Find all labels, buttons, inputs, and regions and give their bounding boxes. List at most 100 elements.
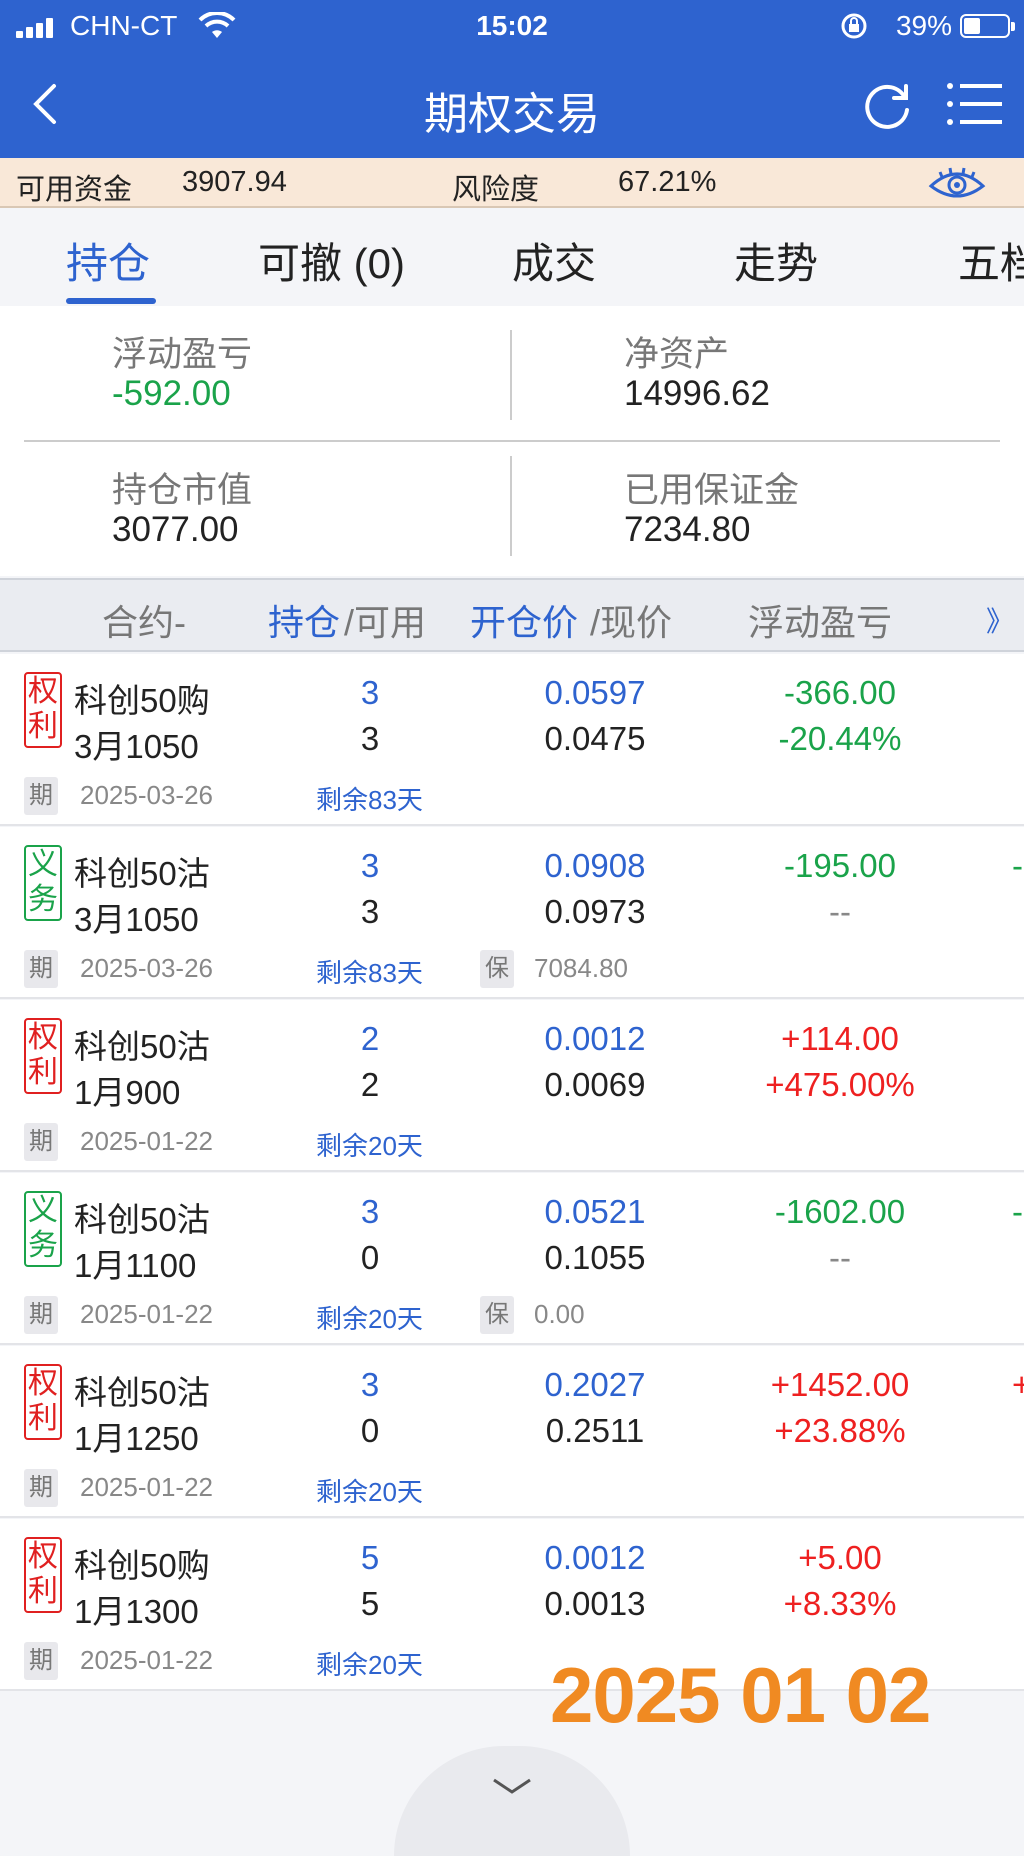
available-funds-value: 3907.94 (182, 166, 287, 198)
battery-icon (960, 14, 1015, 38)
contract-name: 科创50沽 (74, 1201, 210, 1238)
menu-button[interactable] (946, 80, 1004, 128)
refresh-button[interactable] (860, 78, 916, 134)
summary-divider (24, 440, 1000, 442)
header-open-price[interactable]: 开仓价 (470, 594, 578, 646)
days-remaining: 剩余83天 (316, 958, 423, 988)
open-price: 0.2027 (544, 1366, 646, 1403)
tab-positions[interactable]: 持仓 (66, 230, 150, 291)
option-type-badge: 权利 (24, 1537, 62, 1613)
current-price: 0.0013 (544, 1585, 646, 1622)
current-price: 0.2511 (545, 1412, 645, 1449)
open-price: 0.0597 (544, 674, 646, 711)
margin-amount: 7084.80 (534, 953, 628, 983)
expiry-date: 2025-01-22 (80, 1126, 213, 1156)
position-qty: 3 (360, 1193, 380, 1230)
available-qty: 5 (360, 1585, 380, 1622)
contract-name: 科创50购 (74, 682, 210, 719)
current-price: 0.0973 (544, 893, 646, 930)
header-position[interactable]: 持仓 (268, 594, 340, 646)
header-contract[interactable]: 合约- (102, 594, 186, 646)
expiry-tag: 期 (24, 777, 58, 815)
tab-trades[interactable]: 成交 (512, 230, 596, 291)
current-price: 0.0069 (544, 1066, 646, 1103)
tab-trend[interactable]: 走势 (734, 230, 818, 291)
floating-pnl: -1602.00 (774, 1193, 906, 1230)
market-value-value: 3077.00 (112, 510, 239, 549)
floating-pnl: +1452.00 (770, 1366, 910, 1403)
date-watermark: 2025 01 02 (550, 1651, 931, 1739)
open-price: 0.0012 (544, 1020, 646, 1057)
net-assets-label: 净资产 (624, 335, 730, 374)
positions-table-header: 合约- 持仓 /可用 开仓价 /现价 浮动盈亏 》 (0, 578, 1024, 652)
contract-strike: 1月1100 (74, 1247, 197, 1284)
header-floating-pnl: 浮动盈亏 (748, 602, 893, 643)
option-type-badge: 义务 (24, 1191, 62, 1267)
clock: 15:02 (476, 10, 548, 41)
margin-amount: 0.00 (534, 1299, 585, 1329)
position-row[interactable]: 义务 科创50沽 3月1050 3 3 0.0908 0.0973 -195.00 -- - 期 20… (0, 827, 1024, 999)
current-price: 0.1055 (544, 1239, 646, 1276)
position-row[interactable]: 权利 科创50购 3月1050 3 3 0.0597 0.0475 -366.00 -20.44… (0, 654, 1024, 826)
available-qty: 2 (360, 1066, 380, 1103)
status-bar: CHN-CT 15:02 39% (0, 0, 1024, 52)
position-row[interactable]: 权利 科创50沽 1月1250 3 0 0.2027 0.2511 +1452.00 +23.8… (0, 1346, 1024, 1518)
position-qty: 2 (360, 1020, 380, 1057)
floating-pnl-percent: +23.88% (774, 1412, 906, 1449)
expand-more-button[interactable] (394, 1746, 630, 1856)
available-qty: 0 (360, 1239, 380, 1276)
contract-name: 科创50沽 (74, 1374, 210, 1411)
option-type-badge: 权利 (24, 1018, 62, 1094)
floating-pnl-percent: -- (829, 893, 851, 930)
floating-pnl-percent: +8.33% (783, 1585, 897, 1622)
battery-percent: 39% (895, 10, 952, 41)
rotation-lock-icon (841, 13, 867, 39)
contract-name: 科创50沽 (74, 855, 210, 892)
net-assets-value: 14996.62 (624, 374, 770, 413)
account-summary: 浮动盈亏 -592.00 净资产 14996.62 持仓市值 3077.00 已… (0, 306, 1024, 576)
header-available: /可用 (344, 602, 427, 643)
floating-pnl-value: -592.00 (112, 374, 231, 413)
contract-name: 科创50购 (74, 1547, 210, 1584)
option-type-badge: 义务 (24, 845, 62, 921)
summary-divider (510, 456, 512, 556)
risk-label: 风险度 (452, 174, 540, 206)
contract-strike: 1月900 (74, 1074, 181, 1111)
floating-pnl-percent: -- (829, 1239, 851, 1276)
tab-cancelable[interactable]: 可撤 (0) (258, 230, 405, 291)
current-price: 0.0475 (544, 720, 646, 757)
floating-pnl: -366.00 (784, 674, 896, 711)
days-remaining: 剩余20天 (316, 1304, 423, 1334)
funds-bar: 可用资金 3907.94 风险度 67.21% (0, 158, 1024, 208)
active-tab-indicator (66, 298, 156, 304)
header-scroll-right-icon[interactable]: 》 (986, 600, 1014, 640)
expiry-tag: 期 (24, 1123, 58, 1161)
expiry-tag: 期 (24, 1296, 58, 1334)
margin-tag: 保 (480, 950, 514, 988)
tab-five-level[interactable]: 五档 (958, 230, 1024, 291)
expiry-date: 2025-01-22 (80, 1645, 213, 1675)
open-price: 0.0521 (544, 1193, 646, 1230)
position-qty: 3 (360, 674, 380, 711)
contract-strike: 3月1050 (74, 728, 199, 765)
margin-tag: 保 (480, 1296, 514, 1334)
option-type-badge: 权利 (24, 672, 62, 748)
days-remaining: 剩余83天 (316, 785, 423, 815)
clipped-column-value: + (1012, 1366, 1024, 1403)
clipped-column-value: - (1012, 1193, 1023, 1230)
margin-used-label: 已用保证金 (624, 471, 800, 510)
eye-icon[interactable] (928, 166, 986, 202)
expiry-date: 2025-01-22 (80, 1299, 213, 1329)
contract-strike: 1月1300 (74, 1593, 199, 1630)
header-current-price: /现价 (590, 602, 673, 643)
days-remaining: 剩余20天 (316, 1650, 423, 1680)
margin-used-value: 7234.80 (624, 510, 751, 549)
days-remaining: 剩余20天 (316, 1477, 423, 1507)
floating-pnl-percent: -20.44% (778, 720, 902, 757)
position-row[interactable]: 权利 科创50沽 1月900 2 2 0.0012 0.0069 +114.00 +475.00… (0, 1000, 1024, 1172)
position-row[interactable]: 义务 科创50沽 1月1100 3 0 0.0521 0.1055 -1602.00 -- - 期 2… (0, 1173, 1024, 1345)
floating-pnl: +5.00 (798, 1539, 882, 1576)
expiry-tag: 期 (24, 1642, 58, 1680)
tab-bar: 持仓 可撤 (0) 成交 走势 五档 (0, 208, 1024, 306)
summary-divider (510, 330, 512, 420)
